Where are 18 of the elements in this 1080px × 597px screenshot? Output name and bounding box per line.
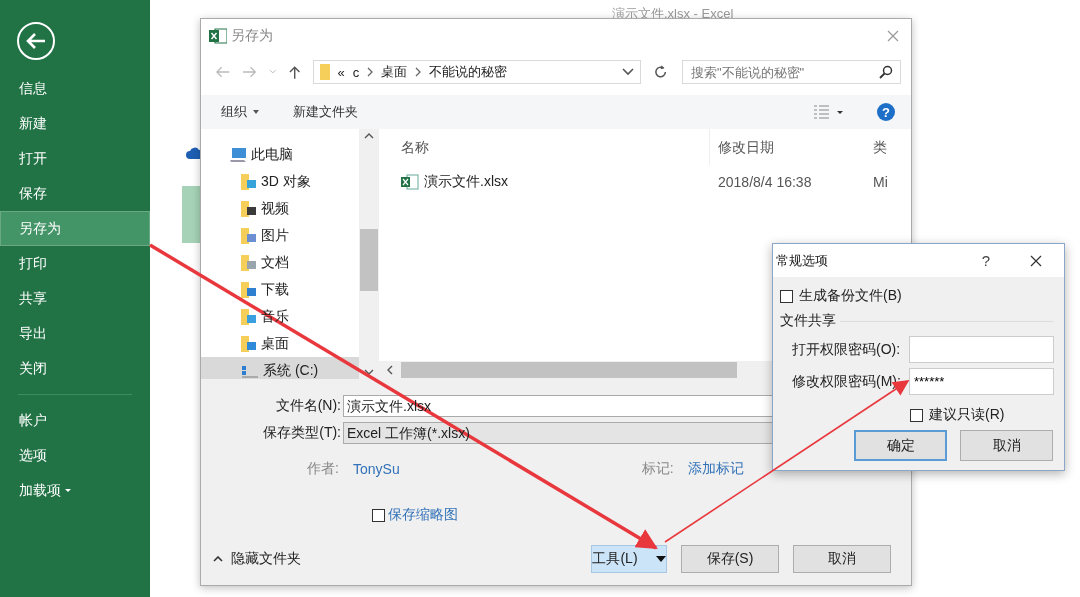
tree-item-label: 下载: [261, 280, 289, 299]
dialog-title: 另存为: [231, 27, 273, 45]
tree-item-label: 系统 (C:): [263, 361, 319, 379]
field-label: 文件名(N):: [274, 397, 342, 415]
field-label: 作者:: [306, 460, 339, 478]
tree-item-label: 此电脑: [251, 145, 293, 164]
dialog-title: 常规选项: [776, 251, 828, 270]
field-label: 打开权限密码(O):: [792, 340, 901, 359]
file-type: Mi: [872, 174, 888, 190]
tree-item-label: 图片: [261, 226, 289, 245]
file-date: 2018/8/4 16:38: [717, 174, 813, 190]
field-label: 标记:: [641, 460, 674, 478]
tree-item-label: 3D 对象: [261, 172, 311, 191]
field-label: 保存类型(T):: [262, 424, 342, 442]
group-label: 文件共享: [780, 312, 836, 330]
tree-item-label: 视频: [261, 199, 289, 218]
tree-item-label: 桌面: [261, 334, 289, 353]
tree-item-label: 文档: [261, 253, 289, 272]
